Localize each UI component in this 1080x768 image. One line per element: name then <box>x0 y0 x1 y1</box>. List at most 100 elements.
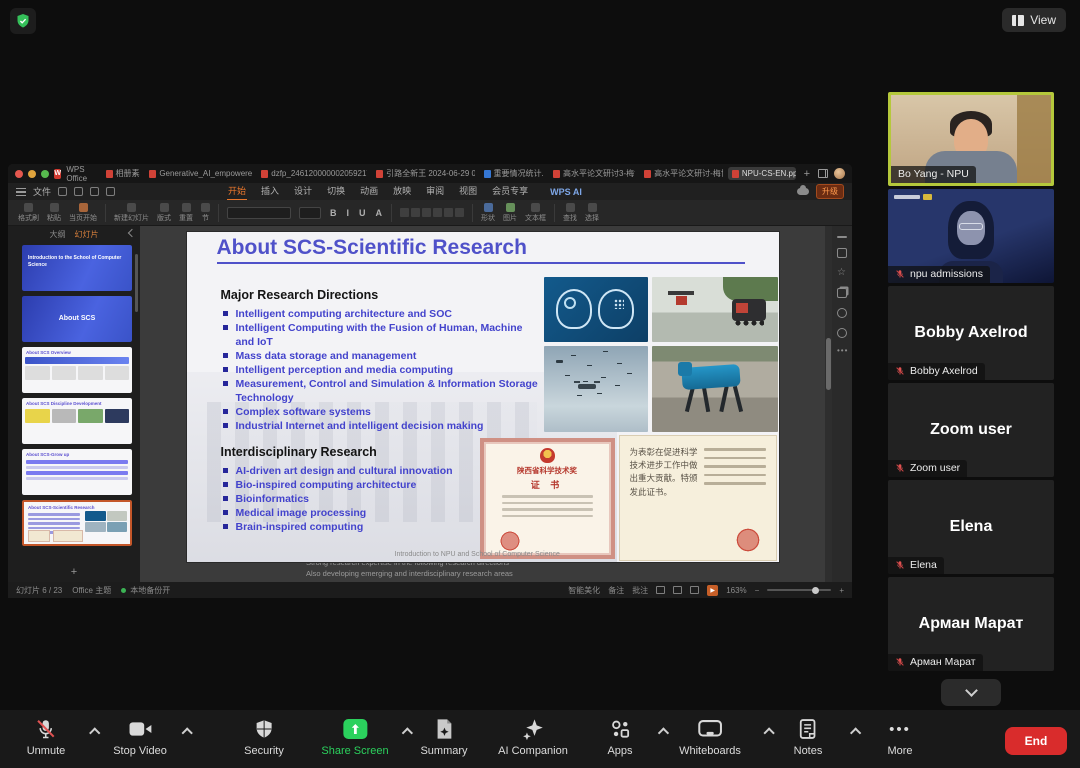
window-minimize-dot[interactable] <box>28 170 36 178</box>
zoom-slider[interactable] <box>767 589 831 591</box>
ribbon-tab-view[interactable]: 视图 <box>458 182 478 201</box>
theme-name[interactable]: Office 主题 <box>72 585 111 596</box>
slide-thumbnail-1[interactable]: 1 Introduction to the School of Computer… <box>22 245 132 291</box>
collapse-strip-icon[interactable] <box>837 236 847 238</box>
meeting-security-shield-icon[interactable] <box>10 8 36 34</box>
slide-thumbnail-4[interactable]: 4 About SCS Discipline Development <box>22 398 132 444</box>
tab-list-icon[interactable] <box>818 169 828 178</box>
ribbon-tab-transition[interactable]: 切换 <box>326 182 346 201</box>
select-button[interactable]: 选择 <box>585 203 599 223</box>
undo-icon[interactable] <box>90 187 99 196</box>
share-screen-button[interactable]: Share Screen <box>321 718 388 757</box>
doc-tab[interactable]: Generative_AI_empowered_netw... <box>145 167 252 180</box>
whiteboards-button[interactable]: Whiteboards <box>679 718 741 757</box>
apps-options-chevron[interactable] <box>658 727 669 738</box>
save-icon[interactable] <box>58 187 67 196</box>
font-name-box[interactable] <box>227 207 291 219</box>
video-tile-npu-admissions[interactable]: npu admissions <box>888 189 1054 283</box>
find-button[interactable]: 查找 <box>563 203 577 223</box>
underline-button[interactable]: U <box>358 208 367 218</box>
section-button[interactable]: 节 <box>201 203 210 223</box>
doc-tab[interactable]: 高水平论文研讨-梅博.pptx <box>640 166 723 181</box>
print-icon[interactable] <box>74 187 83 196</box>
whiteboards-options-chevron[interactable] <box>763 727 774 738</box>
slideshow-play-button[interactable]: ▶ <box>707 585 718 596</box>
end-meeting-button[interactable]: End <box>1005 727 1067 755</box>
ribbon-tab-member[interactable]: 会员专享 <box>491 182 529 201</box>
paragraph-tools-group[interactable] <box>400 208 464 217</box>
account-avatar[interactable] <box>834 168 845 179</box>
textbox-button[interactable]: 文本框 <box>525 203 546 223</box>
redo-icon[interactable] <box>106 187 115 196</box>
doc-tab[interactable]: 高水平论文研讨3-梅博.pptx <box>549 166 635 181</box>
scrollbar-handle[interactable] <box>826 338 831 390</box>
ribbon-tab-home[interactable]: 开始 <box>227 182 247 201</box>
normal-view-icon[interactable] <box>656 586 665 594</box>
font-color-button[interactable]: A <box>375 208 384 218</box>
slide-layout-button[interactable]: 版式 <box>157 203 171 223</box>
shape-button[interactable]: 形状 <box>481 203 495 223</box>
reset-button[interactable]: 重置 <box>179 203 193 223</box>
add-slide-button[interactable]: + <box>8 566 140 582</box>
format-painter-button[interactable]: 格式刷 <box>18 203 39 223</box>
panel-scrollbar[interactable] <box>135 254 138 312</box>
resource-panel-icon[interactable] <box>837 308 847 318</box>
doc-tab[interactable]: 引路全新王 2024-06-29 06.20.p... <box>372 166 474 181</box>
audio-tile-arman-marat[interactable]: Арман Марат Арман Марат <box>888 577 1054 671</box>
ribbon-tab-insert[interactable]: 插入 <box>260 182 280 201</box>
share-options-chevron[interactable] <box>402 727 413 738</box>
apps-button[interactable]: Apps <box>607 718 632 757</box>
new-tab-button[interactable]: + <box>801 168 813 180</box>
ribbon-tab-slideshow[interactable]: 放映 <box>392 182 412 201</box>
history-panel-icon[interactable] <box>837 328 847 338</box>
unmute-button[interactable]: Unmute <box>27 718 66 757</box>
more-button[interactable]: ••• More <box>887 718 912 757</box>
new-slide-button[interactable]: 新建幻灯片 <box>114 203 149 223</box>
audio-options-chevron[interactable] <box>89 727 100 738</box>
play-from-current-button[interactable]: 当页开始 <box>69 203 97 223</box>
notes-options-chevron[interactable] <box>850 727 861 738</box>
paste-button[interactable]: 粘贴 <box>47 203 61 223</box>
zoom-in-button[interactable]: + <box>839 586 844 595</box>
zoom-out-button[interactable]: − <box>755 586 760 595</box>
audio-tile-zoom-user[interactable]: Zoom user Zoom user <box>888 383 1054 477</box>
file-menu[interactable]: 文件 <box>33 185 51 198</box>
outline-tab[interactable]: 大纲 <box>50 229 66 240</box>
collapse-panel-icon[interactable] <box>128 229 136 237</box>
italic-button[interactable]: I <box>346 208 351 218</box>
video-tile-bo-yang[interactable]: Bo Yang - NPU <box>888 92 1054 186</box>
cloud-sync-icon[interactable] <box>797 188 809 195</box>
collapse-participants-button[interactable] <box>941 679 1001 706</box>
favorites-icon[interactable]: ☆ <box>837 268 847 278</box>
font-size-box[interactable] <box>299 207 321 219</box>
window-zoom-dot[interactable] <box>41 170 49 178</box>
view-button[interactable]: View <box>1002 8 1066 32</box>
picture-button[interactable]: 图片 <box>503 203 517 223</box>
clipboard-panel-icon[interactable] <box>837 288 847 298</box>
window-close-dot[interactable] <box>15 170 23 178</box>
notes-button[interactable]: Notes <box>794 718 823 757</box>
security-button[interactable]: Security <box>244 718 284 757</box>
ribbon-tab-animation[interactable]: 动画 <box>359 182 379 201</box>
upgrade-badge[interactable]: 升级 <box>816 184 844 199</box>
summary-button[interactable]: Summary <box>420 718 467 757</box>
doc-tab[interactable]: 重要情况统计.docx <box>480 166 545 181</box>
backup-status[interactable]: 本地备份开 <box>130 585 170 596</box>
ribbon-tab-review[interactable]: 审阅 <box>425 182 445 201</box>
zoom-level[interactable]: 163% <box>726 586 746 595</box>
doc-tab-active[interactable]: NPU-CS-EN.pptx× <box>728 167 796 180</box>
reading-view-icon[interactable] <box>690 586 699 594</box>
audio-tile-bobby-axelrod[interactable]: Bobby Axelrod Bobby Axelrod <box>888 286 1054 380</box>
current-slide[interactable]: About SCS-Scientific Research Major Rese… <box>187 232 779 562</box>
video-options-chevron[interactable] <box>182 727 193 738</box>
smart-beautify-button[interactable]: 智能美化 <box>568 585 600 596</box>
comments-toggle[interactable]: 批注 <box>632 585 648 596</box>
slide-thumbnail-5[interactable]: 5 About SCS-Grow up <box>22 449 132 495</box>
notes-toggle[interactable]: 备注 <box>608 585 624 596</box>
hamburger-menu-icon[interactable] <box>16 188 26 196</box>
slide-sorter-icon[interactable] <box>673 586 682 594</box>
doc-tab[interactable]: 相册素材 <box>102 166 141 181</box>
comment-panel-icon[interactable] <box>837 248 847 258</box>
stop-video-button[interactable]: Stop Video <box>113 718 167 757</box>
slide-thumbnail-2[interactable]: 2 About SCS <box>22 296 132 342</box>
